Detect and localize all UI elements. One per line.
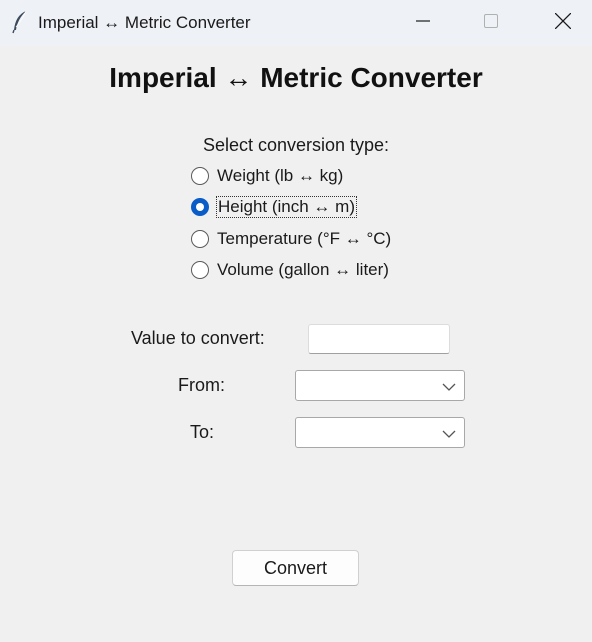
radio-weight[interactable]: Weight (lb ↔ kg) (191, 164, 343, 188)
chevron-down-icon (442, 427, 456, 439)
radio-volume[interactable]: Volume (gallon ↔ liter) (191, 258, 389, 282)
from-label: From: (178, 375, 225, 395)
radio-height[interactable]: Height (inch ↔ m) (191, 195, 357, 219)
convert-button[interactable]: Convert (232, 550, 359, 586)
radio-button[interactable] (191, 167, 209, 185)
chevron-down-icon (442, 380, 456, 392)
radio-button[interactable] (191, 261, 209, 279)
radio-button[interactable] (191, 230, 209, 248)
page-title: Imperial ↔ Metric Converter (109, 62, 483, 93)
to-select[interactable] (295, 417, 465, 448)
maximize-icon (484, 13, 498, 33)
conversion-type-label: Select conversion type: (202, 135, 390, 155)
minimize-button[interactable] (400, 0, 446, 46)
close-icon (554, 12, 572, 34)
converter-window: Imperial ↔ Metric Converter Imperial ↔ M… (0, 0, 592, 642)
to-label: To: (190, 422, 215, 442)
from-select[interactable] (295, 370, 465, 401)
radio-label: Temperature (°F ↔ °C) (217, 229, 392, 248)
window-title: Imperial ↔ Metric Converter (38, 13, 251, 32)
radio-label: Weight (lb ↔ kg) (217, 166, 344, 185)
maximize-button[interactable] (468, 0, 514, 46)
minimize-icon (416, 14, 430, 33)
feather-icon (12, 10, 28, 34)
title-bar[interactable]: Imperial ↔ Metric Converter (0, 0, 592, 46)
radio-temperature[interactable]: Temperature (°F ↔ °C) (191, 227, 391, 251)
close-button[interactable] (540, 0, 586, 46)
radio-label: Height (inch ↔ m) (216, 196, 357, 218)
radio-label: Volume (gallon ↔ liter) (217, 260, 389, 279)
radio-button-selected[interactable] (191, 198, 209, 216)
value-label: Value to convert: (131, 328, 265, 348)
value-input[interactable] (308, 324, 450, 354)
